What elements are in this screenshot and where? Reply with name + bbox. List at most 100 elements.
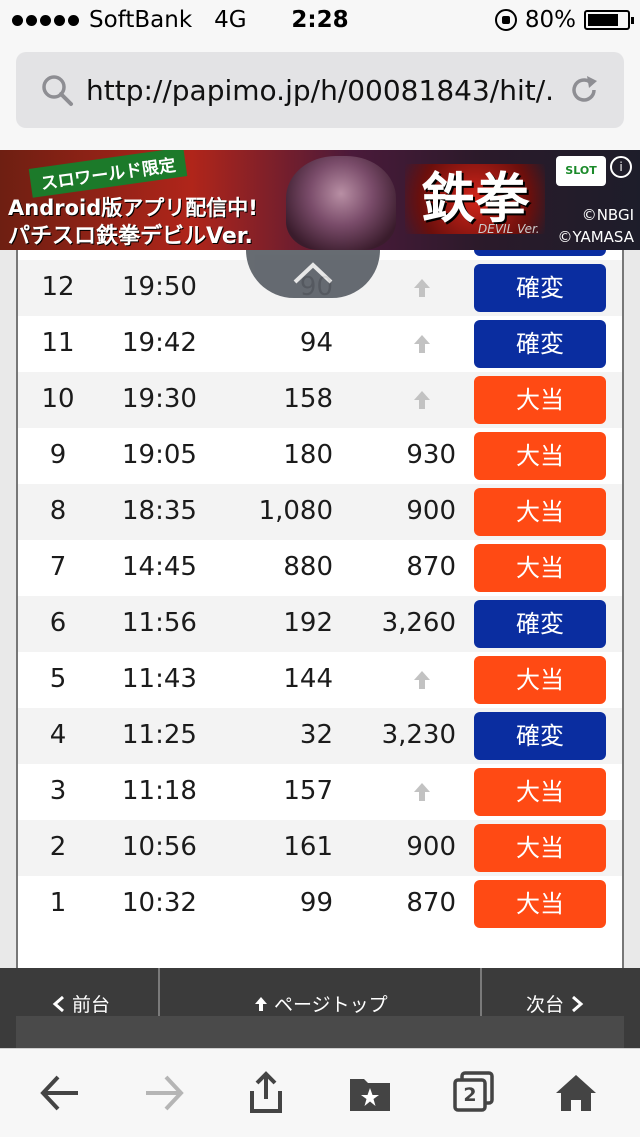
prev-machine-button[interactable]: 前台	[52, 990, 110, 1017]
table-row: 2 10:56 161 900 大当	[18, 820, 622, 876]
banner-tag: スロワールド限定	[28, 150, 188, 198]
logo-subtitle: DEVIL Ver.	[478, 222, 540, 236]
address-bar[interactable]: http://papimo.jp/h/00081843/hit/...	[16, 52, 624, 128]
table-row: 1 10:32 99 870 大当	[18, 876, 622, 932]
table-row: 7 14:45 880 870 大当	[18, 540, 622, 596]
rotation-lock-icon	[494, 9, 517, 31]
continued-arrow-icon	[414, 783, 430, 801]
copyright-nbgi: ©NBGI	[581, 206, 634, 224]
hit-type-badge: 大当	[474, 768, 606, 816]
table-row: 4 11:25 32 3,230 確変	[18, 708, 622, 764]
hit-number: 2	[49, 832, 67, 862]
ad-info-icon[interactable]: i	[610, 156, 632, 178]
share-icon[interactable]	[244, 1071, 288, 1115]
page-top-button[interactable]: ページトップ	[254, 990, 388, 1017]
table-row: 6 11:56 192 3,260 確変	[18, 596, 622, 652]
sloworld-logo: SLOT	[556, 156, 606, 186]
bookmarks-icon[interactable]	[348, 1071, 392, 1115]
tabs-count: 2	[463, 1084, 477, 1106]
hit-number: 7	[49, 552, 67, 582]
hit-number: 11	[41, 328, 75, 358]
hit-type-badge: 確変	[474, 320, 606, 368]
spin-count: 157	[283, 776, 333, 806]
hit-time: 19:05	[122, 440, 197, 470]
url-text[interactable]: http://papimo.jp/h/00081843/hit/...	[86, 74, 556, 107]
hit-time: 11:43	[122, 664, 197, 694]
payout-total: 900	[406, 832, 456, 862]
spin-count: 180	[283, 440, 333, 470]
spin-count: 144	[283, 664, 333, 694]
table-row: 8 18:35 1,080 900 大当	[18, 484, 622, 540]
spin-count: 94	[299, 328, 333, 358]
hit-number: 8	[49, 496, 67, 526]
chevron-up-icon	[293, 262, 333, 284]
spin-count: 161	[283, 832, 333, 862]
payout-total: 870	[406, 552, 456, 582]
status-bar: SoftBank 4G 2:28 80%	[0, 0, 640, 40]
home-icon[interactable]	[554, 1071, 598, 1115]
hit-type-badge: 大当	[474, 880, 606, 928]
hit-type-badge: 大当	[474, 824, 606, 872]
table-body: 1319:39確変1219:5090確変1119:4294確変1019:3015…	[18, 250, 622, 932]
hit-number: 6	[49, 608, 67, 638]
continued-arrow-icon	[414, 671, 430, 689]
hit-time: 11:18	[122, 776, 197, 806]
forward-arrow-icon[interactable]	[142, 1071, 186, 1115]
continued-arrow-icon	[414, 391, 430, 409]
hit-type-badge: 大当	[474, 656, 606, 704]
hit-type-badge: 確変	[474, 600, 606, 648]
battery-percent: 80%	[524, 7, 576, 33]
hit-number: 12	[41, 272, 75, 302]
hit-number: 4	[49, 720, 67, 750]
page-top-label: ページトップ	[274, 994, 388, 1016]
tabs-button[interactable]: 2	[452, 1071, 496, 1115]
hit-time: 10:32	[122, 888, 197, 918]
hit-history-table: 1319:39確変1219:5090確変1119:4294確変1019:3015…	[16, 250, 624, 970]
table-row: 5 11:43 144 大当	[18, 652, 622, 708]
table-row: 9 19:05 180 930 大当	[18, 428, 622, 484]
payout-total: 930	[406, 440, 456, 470]
banner-line-3: パチスロ鉄拳デビルVer.	[8, 224, 253, 249]
page-nav-bar: 前台 ページトップ 次台	[0, 968, 640, 1048]
continued-arrow-icon	[414, 335, 430, 353]
spin-count: 158	[283, 384, 333, 414]
hit-type-badge: 大当	[474, 488, 606, 536]
table-row: 11 19:42 94 確変	[18, 316, 622, 372]
banner-copyright: ©NBGI ©YAMASA	[557, 204, 634, 248]
continued-arrow-icon	[414, 279, 430, 297]
spin-count: 99	[299, 888, 333, 918]
arrow-up-icon	[255, 996, 267, 1011]
hit-time: 11:25	[122, 720, 197, 750]
payout-total: 3,260	[381, 608, 456, 638]
hit-number: 3	[49, 776, 67, 806]
search-icon	[42, 75, 73, 106]
hit-type-badge: 確変	[474, 712, 606, 760]
copyright-yamasa: ©YAMASA	[557, 228, 634, 246]
chevron-left-icon	[52, 995, 64, 1012]
ad-banner[interactable]: スロワールド限定 Android版アプリ配信中! パチスロ鉄拳デビルVer. 鉄…	[0, 150, 640, 250]
hit-type-badge: 大当	[474, 544, 606, 592]
hit-time: 14:45	[122, 552, 197, 582]
back-arrow-icon[interactable]	[38, 1071, 82, 1115]
reload-icon[interactable]	[566, 72, 602, 108]
hit-time: 19:30	[122, 384, 197, 414]
nav-bar-bottom-strip	[16, 1016, 624, 1048]
hit-type-badge: 確変	[474, 264, 606, 312]
prev-label: 前台	[72, 994, 111, 1016]
spin-count: 1,080	[258, 496, 333, 526]
payout-total: 3,230	[381, 720, 456, 750]
payout-total: 900	[406, 496, 456, 526]
hit-time: 19:42	[122, 328, 197, 358]
next-machine-button[interactable]: 次台	[526, 990, 584, 1017]
devil-character-image	[286, 156, 396, 250]
hit-type-badge: 確変	[474, 250, 606, 256]
spin-count: 192	[283, 608, 333, 638]
spin-count: 880	[283, 552, 333, 582]
hit-type-badge: 大当	[474, 432, 606, 480]
next-label: 次台	[526, 994, 565, 1016]
hit-number: 10	[41, 384, 75, 414]
battery-icon	[584, 10, 634, 30]
hit-type-badge: 大当	[474, 376, 606, 424]
table-row: 10 19:30 158 大当	[18, 372, 622, 428]
hit-number: 5	[49, 664, 67, 694]
